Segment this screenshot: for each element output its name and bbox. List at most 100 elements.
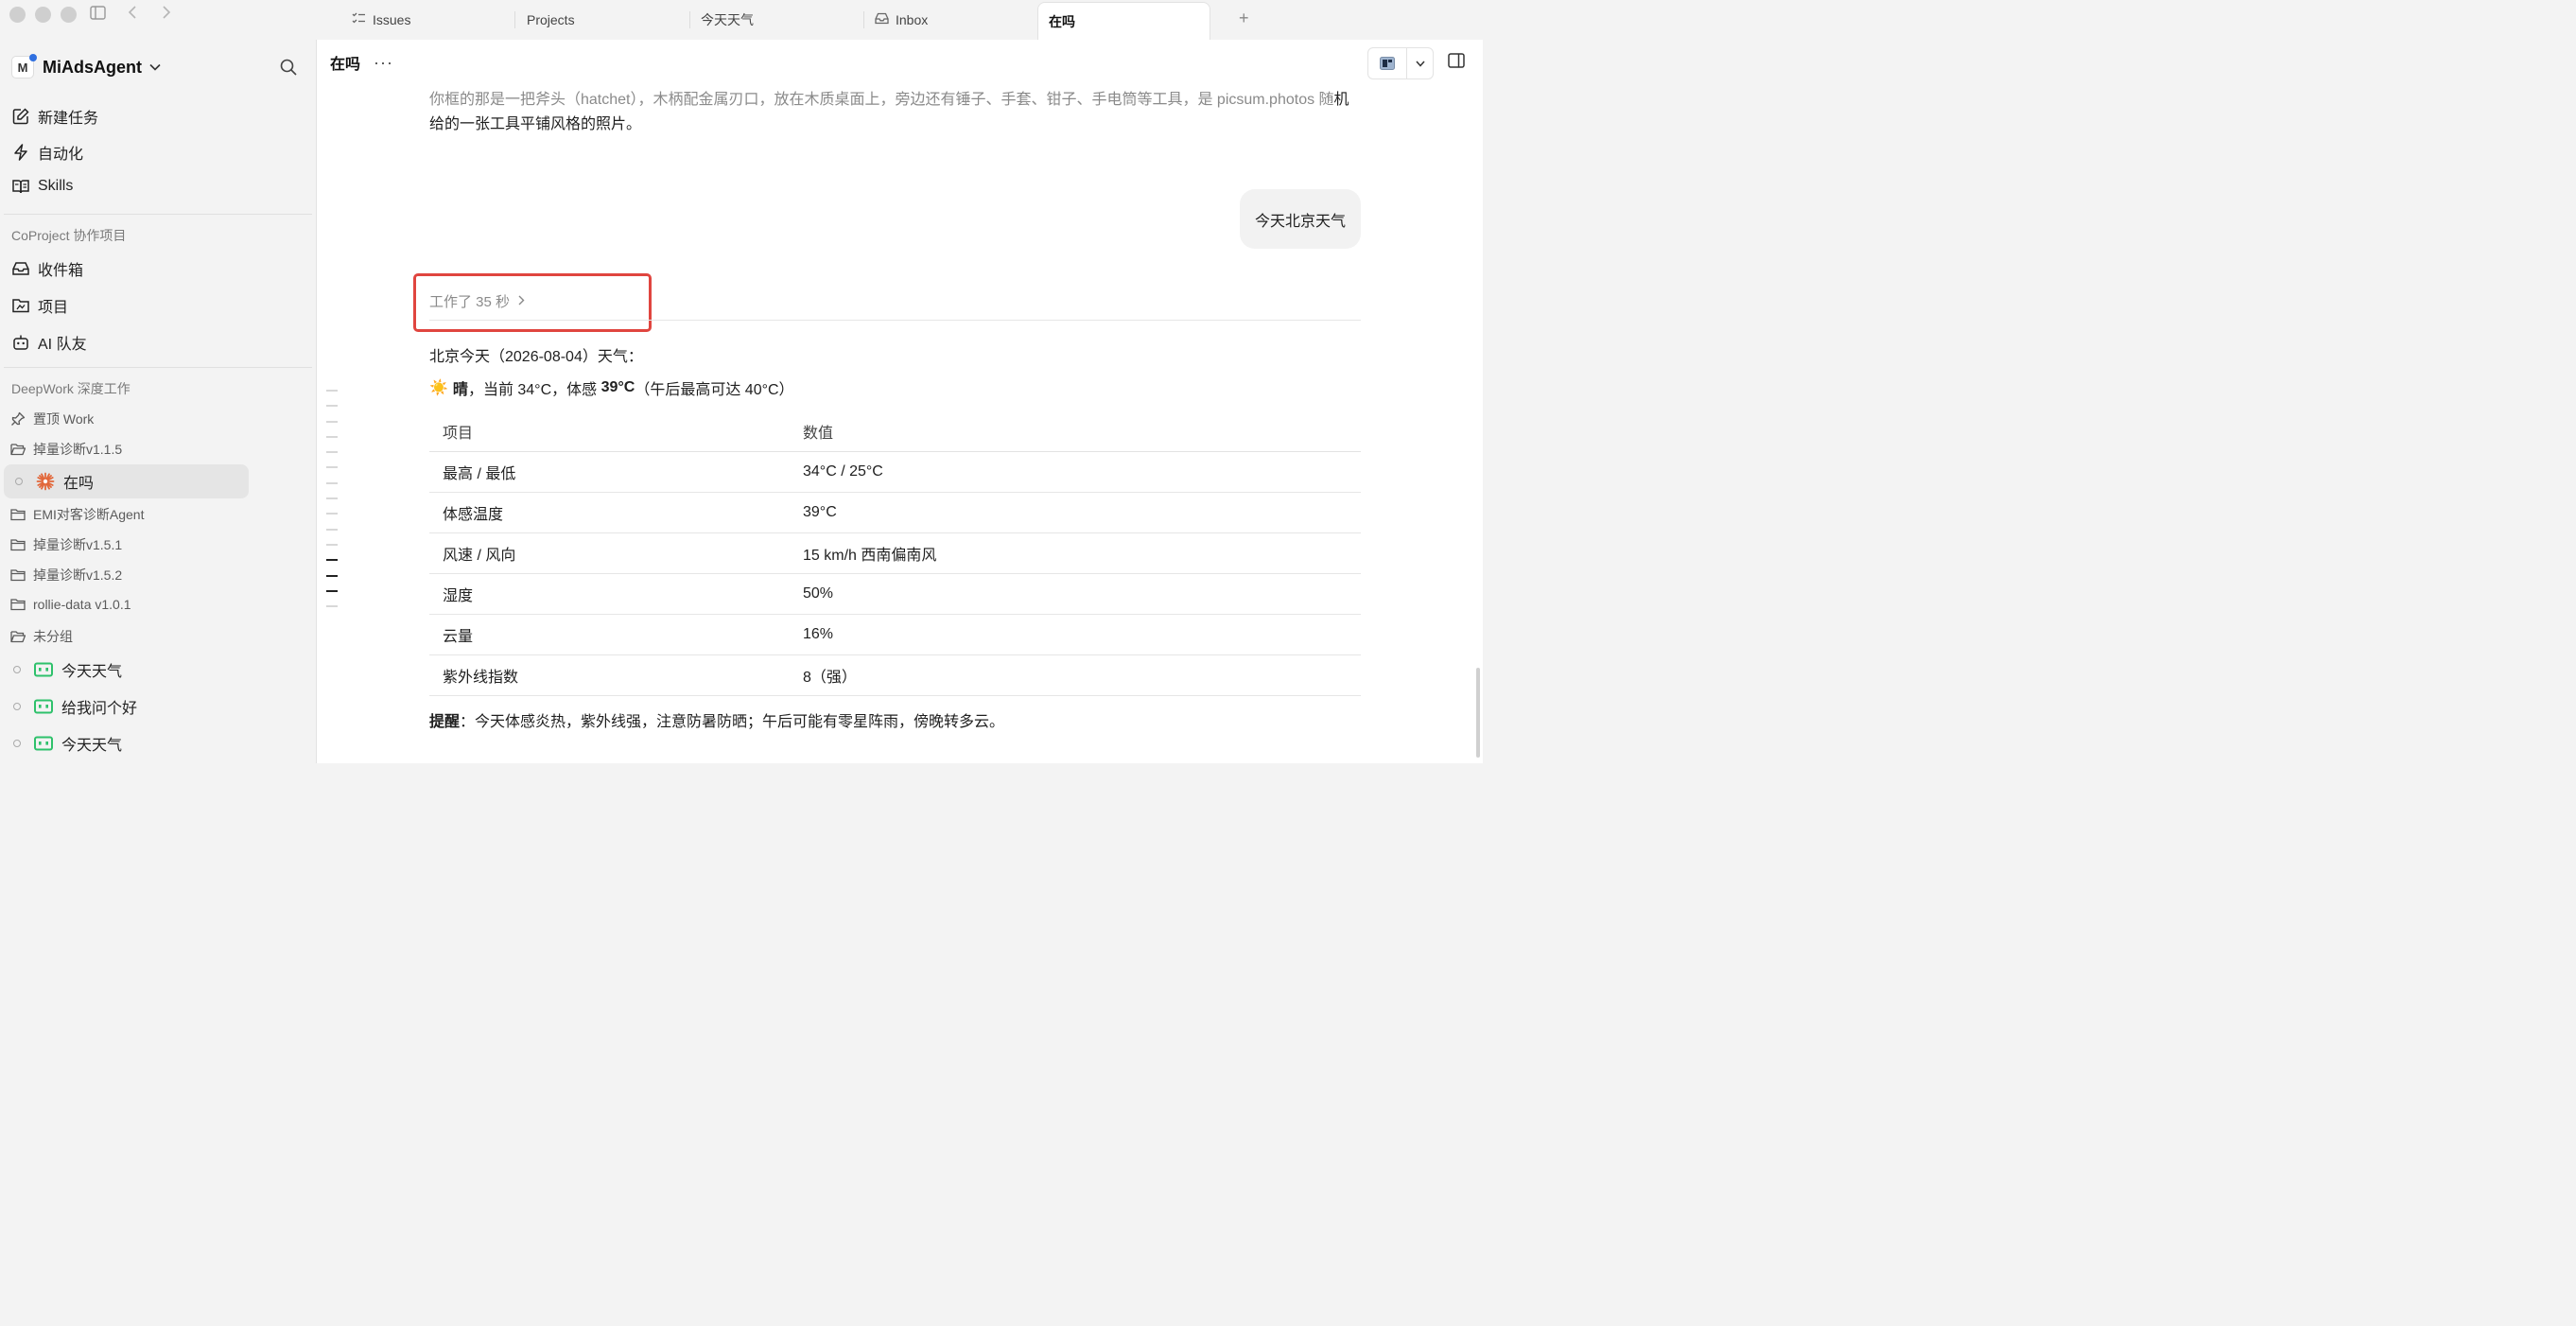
folder-icon [10, 598, 26, 611]
table-cell: 16% [790, 614, 1361, 655]
highlight-annotation-box [413, 273, 652, 332]
tab-issues[interactable]: Issues [352, 0, 410, 40]
folder-icon [10, 508, 26, 521]
table-row: 风速 / 风向 15 km/h 西南偏南风 [429, 532, 1361, 574]
chevron-down-icon[interactable] [1407, 48, 1433, 79]
table-cell: 39°C [790, 492, 1361, 533]
outline-tick[interactable] [326, 405, 338, 408]
sidebar-item-new-task[interactable]: 新建任务 [11, 105, 98, 128]
status-ring-icon [13, 740, 21, 747]
sidebar-divider [4, 214, 312, 215]
table-cell: 湿度 [429, 573, 790, 615]
table-cell: 15 km/h 西南偏南风 [790, 532, 1361, 574]
sidebar-folder[interactable]: EMI对客诊断Agent [10, 505, 144, 524]
weather-intro: 北京今天（2026-08-04）天气： [429, 349, 643, 365]
status-ring-icon [13, 666, 21, 673]
tab-separator [514, 11, 515, 28]
window-minimize-button[interactable] [35, 7, 51, 23]
window-zoom-button[interactable] [61, 7, 77, 23]
sidebar-item-automation[interactable]: 自动化 [11, 141, 83, 164]
project-folder-icon [11, 298, 30, 313]
sidebar-item-ai-teammates[interactable]: AI 队友 [11, 331, 87, 354]
sidebar-task[interactable]: 给我问个好 [13, 695, 137, 718]
message-outline-minimap[interactable] [326, 390, 338, 620]
search-icon[interactable] [280, 59, 297, 80]
reminder-note: 提醒：今天体感炎热，紫外线强，注意防暑防晒；午后可能有零星阵雨，傍晚转多云。 [429, 714, 1005, 730]
title-bar: Issues Projects 今天天气 Inbox 在吗 + [0, 0, 1483, 41]
outline-tick-active[interactable] [326, 559, 338, 562]
assistant-message-previous: 你框的那是一把斧头（hatchet），木柄配金属刃口，放在木质桌面上，旁边还有锤… [429, 92, 1349, 132]
app-thumbnail-icon[interactable] [1368, 48, 1407, 79]
page-title: 在吗 [330, 57, 361, 73]
edit-icon [11, 108, 30, 125]
table-cell: 8（强） [790, 654, 1361, 696]
folder-icon [10, 568, 26, 582]
outline-tick[interactable] [326, 497, 338, 500]
outline-tick[interactable] [326, 451, 338, 454]
sidebar-folder[interactable]: 掉量诊断v1.5.2 [10, 566, 122, 584]
sidebar-divider [4, 367, 312, 368]
tab-separator [863, 11, 864, 28]
bot-icon [34, 736, 53, 751]
tab-weather[interactable]: 今天天气 [701, 0, 754, 40]
message-divider [429, 320, 1361, 321]
sidebar-item-inbox[interactable]: 收件箱 [11, 257, 83, 280]
pin-icon [10, 411, 26, 427]
outline-tick[interactable] [326, 466, 338, 469]
more-options-icon[interactable]: ··· [374, 53, 393, 73]
new-tab-plus-icon[interactable]: + [1239, 9, 1249, 28]
workspace-name: MiAdsAgent [43, 57, 142, 77]
side-panel-toggle-icon[interactable] [1448, 53, 1465, 73]
chat-header: 在吗 ··· [330, 51, 393, 74]
back-arrow-icon[interactable] [128, 6, 137, 24]
workspace-avatar: M [11, 54, 37, 79]
table-header-cell: 项目 [429, 411, 790, 452]
tab-projects[interactable]: Projects [527, 0, 575, 40]
table-cell: 34°C / 25°C [790, 451, 1361, 493]
outline-tick[interactable] [326, 543, 338, 546]
sidebar-item-pinned-work[interactable]: 置顶 Work [10, 410, 94, 428]
outline-tick-active[interactable] [326, 574, 338, 577]
sidebar-task-selected[interactable]: 在吗 [4, 464, 249, 498]
chevron-down-icon [149, 61, 161, 74]
weather-condition: ☀️ 晴 ，当前 34°C，体感 39°C （午后最高可达 40°C） [429, 379, 794, 398]
sidebar-toggle-icon[interactable] [90, 6, 106, 25]
table-row: 云量 16% [429, 614, 1361, 655]
tab-zaima[interactable]: 在吗 [1037, 2, 1210, 41]
table-row: 湿度 50% [429, 573, 1361, 615]
outline-tick[interactable] [326, 420, 338, 423]
outline-tick[interactable] [326, 605, 338, 608]
outline-tick[interactable] [326, 513, 338, 515]
robot-icon [11, 334, 30, 351]
sidebar-folder[interactable]: 掉量诊断v1.5.1 [10, 535, 122, 554]
outline-tick[interactable] [326, 390, 338, 392]
sidebar-item-skills[interactable]: Skills [11, 178, 73, 195]
sidebar-folder-open[interactable]: 掉量诊断v1.1.5 [10, 440, 122, 459]
book-icon [11, 179, 30, 194]
inbox-icon [11, 261, 30, 276]
coproject-section-title: CoProject 协作项目 [11, 228, 127, 243]
table-row: 最高 / 最低 34°C / 25°C [429, 451, 1361, 493]
sidebar-task[interactable]: 今天天气 [13, 732, 122, 755]
sidebar-task[interactable]: 今天天气 [13, 658, 122, 681]
forward-arrow-icon[interactable] [162, 6, 171, 24]
workspace-switcher[interactable]: M MiAdsAgent [11, 54, 161, 79]
spark-icon [36, 472, 55, 491]
sidebar-item-projects[interactable]: 项目 [11, 294, 68, 317]
scrollbar-thumb[interactable] [1476, 668, 1480, 758]
sidebar-folder-ungrouped[interactable]: 未分组 [10, 627, 73, 646]
table-row: 体感温度 39°C [429, 492, 1361, 533]
outline-tick-active[interactable] [326, 589, 338, 592]
app-switch-dropdown[interactable] [1367, 47, 1434, 79]
tab-inbox[interactable]: Inbox [875, 0, 928, 40]
outline-tick[interactable] [326, 528, 338, 531]
outline-tick[interactable] [326, 435, 338, 438]
notification-dot [29, 54, 37, 61]
table-cell: 体感温度 [429, 492, 790, 533]
window-close-button[interactable] [9, 7, 26, 23]
table-header-row: 项目 数值 [429, 411, 1361, 452]
deepwork-section-title: DeepWork 深度工作 [11, 381, 131, 396]
table-cell: 50% [790, 573, 1361, 615]
sidebar-folder[interactable]: rollie-data v1.0.1 [10, 597, 131, 612]
outline-tick[interactable] [326, 481, 338, 484]
